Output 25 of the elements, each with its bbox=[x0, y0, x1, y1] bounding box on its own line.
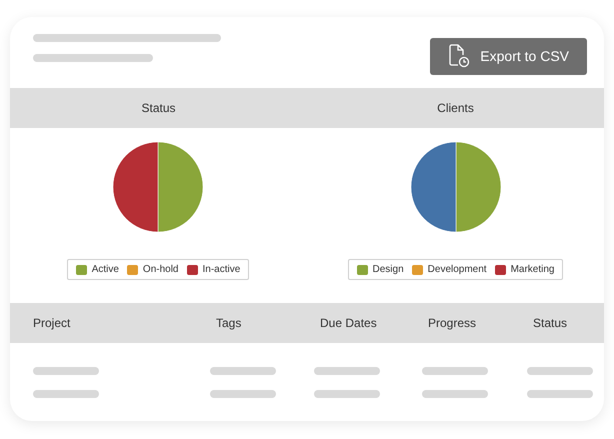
placeholder-line bbox=[422, 390, 488, 398]
placeholder-line bbox=[314, 367, 380, 375]
chart-title: Status bbox=[141, 101, 176, 115]
column-header: Due Dates bbox=[319, 316, 378, 330]
placeholder-line bbox=[527, 390, 593, 398]
export-button[interactable]: Export to CSV bbox=[430, 38, 587, 74]
file-clock-icon bbox=[448, 44, 470, 68]
legend-label: Design bbox=[372, 264, 404, 275]
column-header: Tags bbox=[215, 316, 242, 330]
placeholder-line bbox=[210, 390, 276, 398]
placeholder-line bbox=[33, 367, 99, 375]
placeholder-line bbox=[210, 367, 276, 375]
legend-label: Active bbox=[92, 264, 119, 275]
legend-label: Marketing bbox=[510, 264, 554, 275]
chart-title: Clients bbox=[437, 101, 474, 115]
placeholder-line bbox=[33, 390, 99, 398]
column-header: Project bbox=[33, 316, 72, 330]
column-header: Status bbox=[532, 316, 568, 330]
column-header: Progress bbox=[427, 316, 478, 330]
placeholder-line bbox=[314, 390, 380, 398]
legend-label: On-hold bbox=[142, 264, 178, 275]
legend-label: Development bbox=[428, 264, 487, 275]
legend-label: In-active bbox=[202, 264, 240, 275]
placeholder-line bbox=[527, 367, 593, 375]
placeholder-line bbox=[422, 367, 488, 375]
